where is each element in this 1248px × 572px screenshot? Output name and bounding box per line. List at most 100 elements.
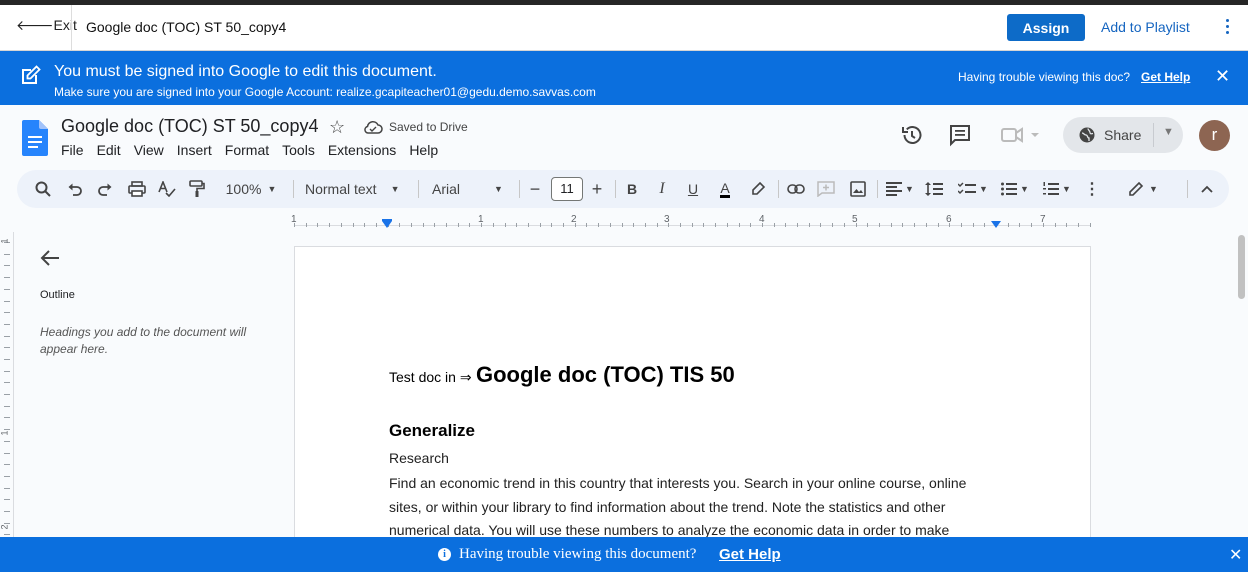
menu-help[interactable]: Help [409, 142, 438, 158]
bulleted-list-select[interactable]: ▼ [997, 170, 1033, 208]
bottom-get-help-link[interactable]: Get Help [719, 546, 781, 563]
add-comment-icon[interactable] [815, 170, 837, 208]
menu-extensions[interactable]: Extensions [328, 142, 396, 158]
undo-icon[interactable] [65, 170, 85, 208]
align-select[interactable]: ▼ [883, 170, 917, 208]
search-menus-icon[interactable] [33, 170, 53, 208]
text-color-button[interactable]: A [714, 170, 736, 208]
checklist-select[interactable]: ▼ [955, 170, 991, 208]
caret-down-icon: ▼ [905, 184, 914, 194]
decrease-font-size-button[interactable]: − [527, 170, 543, 208]
ruler-tick [399, 223, 400, 227]
caret-down-icon: ▼ [1062, 184, 1071, 194]
google-docs-logo-icon[interactable] [22, 120, 48, 156]
toolbar-divider [615, 180, 616, 198]
ruler-tick [353, 223, 354, 227]
redo-icon[interactable] [95, 170, 115, 208]
menu-view[interactable]: View [134, 142, 164, 158]
vruler-tick [4, 289, 10, 290]
print-icon[interactable] [125, 170, 149, 208]
add-to-playlist-link[interactable]: Add to Playlist [1101, 19, 1190, 35]
ruler-tick [984, 223, 985, 227]
vruler-tick [4, 254, 10, 255]
paragraph-style-select[interactable]: Normal text ▼ [305, 170, 407, 208]
editing-mode-select[interactable]: ▼ [1125, 170, 1161, 208]
bold-button[interactable]: B [623, 170, 641, 208]
ruler-tick [329, 223, 330, 227]
highlight-pen-icon[interactable] [748, 170, 768, 208]
scrollbar-thumb[interactable] [1238, 235, 1245, 299]
numbered-list-select[interactable]: ▼ [1039, 170, 1075, 208]
ruler-tick [598, 223, 599, 227]
paint-format-icon[interactable] [187, 170, 207, 208]
ruler-tick [785, 223, 786, 227]
increase-font-size-button[interactable]: + [589, 170, 605, 208]
insert-image-icon[interactable] [847, 170, 869, 208]
caret-down-icon: ▼ [979, 184, 988, 194]
menu-insert[interactable]: Insert [177, 142, 212, 158]
text-color-label: A [720, 179, 730, 198]
ruler-tick [739, 223, 740, 227]
version-history-icon[interactable] [900, 123, 924, 147]
exit-label: Exit [53, 17, 77, 33]
menu-format[interactable]: Format [225, 142, 269, 158]
share-button[interactable]: Share ▼ [1063, 117, 1183, 153]
more-options-icon[interactable] [1221, 16, 1233, 38]
avatar[interactable]: r [1199, 120, 1230, 151]
meet-video-icon[interactable] [1000, 123, 1042, 147]
banner-close-icon[interactable]: ✕ [1215, 66, 1230, 87]
italic-button[interactable]: I [653, 170, 671, 208]
ruler-tick [540, 223, 541, 227]
line-spacing-icon[interactable] [923, 170, 945, 208]
horizontal-ruler[interactable]: 1 1 2 3 4 5 6 7 [291, 212, 1091, 232]
info-icon: i [438, 548, 451, 561]
first-line-indent-marker[interactable] [382, 219, 392, 221]
vruler-tick [4, 347, 10, 348]
ruler-tick [879, 223, 880, 227]
font-family-select[interactable]: Arial ▼ [432, 170, 510, 208]
ruler-number: 5 [852, 214, 858, 225]
star-icon[interactable]: ☆ [329, 117, 345, 138]
arrow-left-icon[interactable] [39, 248, 61, 268]
assign-button[interactable]: Assign [1007, 14, 1085, 41]
ruler-tick [622, 223, 623, 227]
ruler-tick [645, 223, 646, 227]
ruler-tick [411, 223, 412, 227]
spellcheck-icon[interactable] [157, 170, 177, 208]
chevron-up-icon[interactable] [1197, 170, 1217, 208]
exit-button[interactable]: 🡐Exit [16, 17, 77, 34]
more-toolbar-icon[interactable]: ⋮ [1083, 170, 1101, 208]
ruler-tick [832, 223, 833, 227]
vertical-ruler[interactable]: 1 1 2 [0, 232, 14, 537]
menu-file[interactable]: File [61, 142, 84, 158]
body-paragraph: Find an economic trend in this country t… [389, 475, 967, 538]
caret-down-icon: ▼ [1149, 184, 1158, 194]
bottom-help-banner: i Having trouble viewing this document? … [0, 537, 1248, 572]
document-page[interactable]: Test doc in ⇒ Google doc (TOC) TIS 50 Ge… [294, 246, 1091, 546]
bottom-trouble-text: Having trouble viewing this document? [459, 546, 697, 562]
caret-down-icon[interactable]: ▼ [1163, 126, 1174, 138]
doc-title[interactable]: Google doc (TOC) ST 50_copy4 [61, 116, 318, 137]
caret-down-icon: ▼ [494, 184, 503, 194]
font-size-input[interactable]: 11 [551, 177, 583, 201]
bottom-close-icon[interactable]: ✕ [1229, 545, 1242, 565]
insert-link-icon[interactable] [785, 170, 807, 208]
comments-icon[interactable] [948, 123, 972, 147]
underline-button[interactable]: U [684, 170, 702, 208]
ruler-tick [867, 223, 868, 227]
docs-header: Google doc (TOC) ST 50_copy4 ☆ Saved to … [0, 105, 1248, 167]
share-divider [1153, 123, 1154, 147]
app-bar: 🡐Exit Google doc (TOC) ST 50_copy4 Assig… [0, 5, 1248, 51]
vruler-tick [4, 441, 10, 442]
ruler-tick [563, 223, 564, 227]
right-indent-marker[interactable] [991, 221, 1001, 228]
menu-tools[interactable]: Tools [282, 142, 315, 158]
banner-get-help-link[interactable]: Get Help [1141, 70, 1190, 84]
ruler-tick [516, 223, 517, 227]
vruler-tick [4, 394, 10, 395]
ruler-tick [1031, 223, 1032, 227]
zoom-select[interactable]: 100% ▼ [219, 170, 283, 208]
cloud-saved-icon[interactable] [363, 119, 383, 135]
menu-edit[interactable]: Edit [97, 142, 121, 158]
left-indent-marker[interactable] [382, 221, 392, 228]
